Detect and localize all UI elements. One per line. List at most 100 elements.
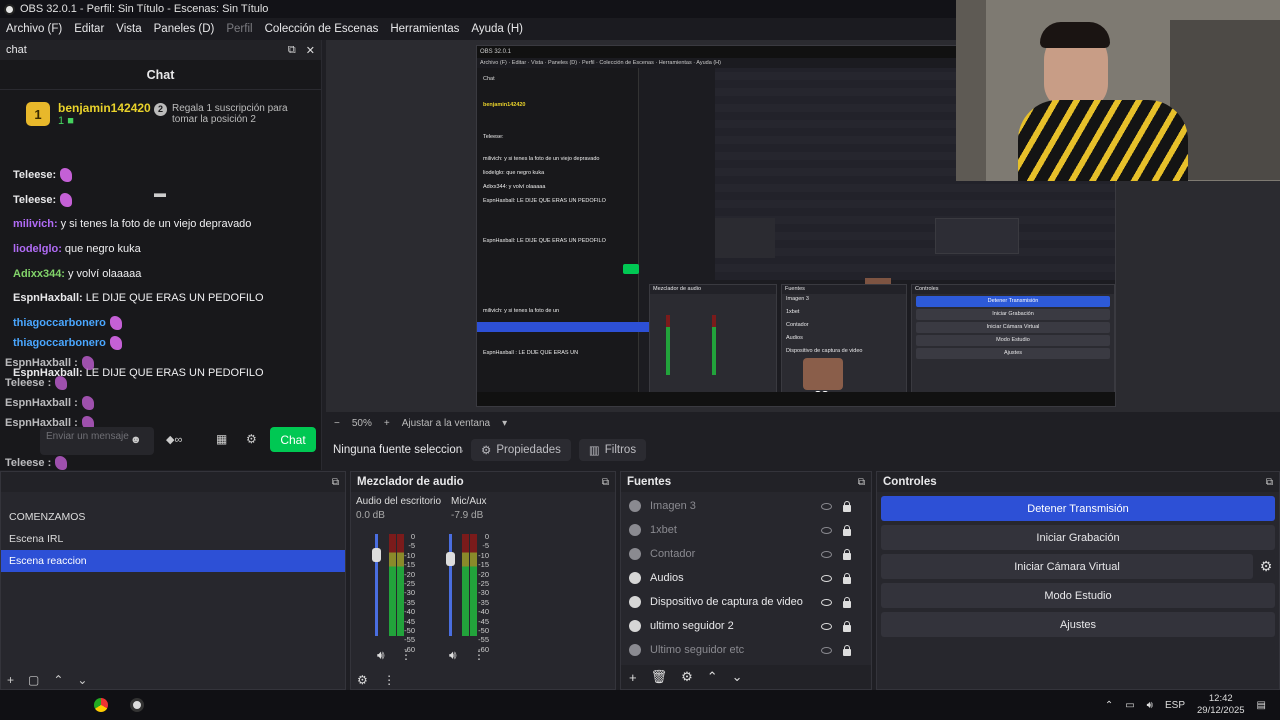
zoom-level[interactable]: 50% — [352, 418, 372, 429]
studio-mode-button[interactable]: Modo Estudio — [881, 583, 1275, 608]
emote-icon[interactable]: ☻ — [130, 434, 142, 446]
filters-button[interactable]: ▥ Filtros — [578, 439, 647, 461]
bits-icon[interactable]: ◆∞ — [166, 433, 182, 446]
eye-icon[interactable] — [821, 574, 832, 582]
chat-username[interactable]: Teleese: — [13, 169, 56, 181]
volume-slider-desktop[interactable] — [372, 547, 381, 562]
menu-paneles[interactable]: Paneles (D) — [154, 23, 215, 35]
scene-item-active[interactable]: Escena reaccion — [1, 550, 345, 572]
popout-icon[interactable]: ⧉ — [288, 44, 296, 57]
chat-username[interactable]: Teleese: — [13, 194, 56, 206]
gear-icon[interactable]: ⚙ — [1253, 558, 1279, 575]
chat-username[interactable]: thiagoccarbonero — [13, 337, 106, 349]
chrome-icon[interactable] — [94, 698, 108, 712]
popout-icon[interactable]: ⧉ — [602, 477, 609, 488]
add-icon[interactable]: + — [629, 670, 637, 685]
more-icon[interactable]: ⋮ — [473, 648, 485, 662]
scene-item[interactable]: Escena IRL — [1, 528, 345, 550]
menu-perfil[interactable]: Perfil — [226, 23, 252, 35]
add-icon[interactable]: + — [7, 673, 14, 687]
virtual-camera-button[interactable]: Iniciar Cámara Virtual — [881, 554, 1253, 579]
lock-icon[interactable] — [843, 573, 851, 584]
scale-tick: -45 — [404, 616, 415, 626]
chevron-down-icon[interactable]: ▾ — [502, 418, 507, 429]
source-item[interactable]: Audios — [621, 566, 871, 590]
language-indicator[interactable]: ESP — [1165, 700, 1185, 711]
speaker-icon[interactable]: 🔊︎ — [449, 648, 457, 663]
collapse-icon[interactable]: ▬ — [154, 186, 166, 200]
popout-icon[interactable]: ⧉ — [1266, 477, 1273, 488]
chat-username[interactable]: milivich: — [13, 218, 58, 230]
fit-window-label[interactable]: Ajustar a la ventana — [402, 418, 490, 429]
gift-promo[interactable]: 2 Regala 1 suscripción para tomar la pos… — [154, 103, 304, 125]
start-recording-button[interactable]: Iniciar Grabación — [881, 525, 1275, 550]
network-icon[interactable]: ▭ — [1125, 700, 1134, 711]
stop-stream-button[interactable]: Detener Transmisión — [881, 496, 1275, 521]
popout-icon[interactable]: ⧉ — [332, 477, 339, 488]
channel-db: -7.9 dB — [451, 510, 484, 521]
settings-button[interactable]: Ajustes — [881, 612, 1275, 637]
chat-username[interactable]: thiagoccarbonero — [13, 317, 106, 329]
eye-icon[interactable] — [821, 598, 832, 606]
lock-icon[interactable] — [843, 645, 851, 656]
eye-icon[interactable] — [821, 622, 832, 630]
eye-off-icon[interactable] — [821, 646, 832, 654]
down-icon[interactable]: ⌄ — [732, 669, 743, 685]
volume-icon[interactable]: 🔊︎ — [1147, 700, 1153, 711]
close-icon[interactable]: ✕ — [306, 44, 315, 57]
properties-button[interactable]: ⚙ Propiedades — [471, 439, 571, 461]
source-item[interactable]: Ultimo seguidor etc — [621, 638, 871, 662]
gear-icon[interactable]: ⚙ — [681, 669, 693, 685]
store-icon[interactable]: ▦ — [216, 432, 227, 446]
scale-tick: -25 — [478, 579, 489, 589]
capture-chat-btn — [623, 264, 639, 274]
up-icon[interactable]: ⌃ — [707, 669, 718, 685]
up-icon[interactable]: ⌃ — [53, 673, 63, 687]
leader-username[interactable]: benjamin142420 — [58, 101, 151, 115]
chat-send-button[interactable]: Chat — [270, 427, 316, 452]
menu-archivo[interactable]: Archivo (F) — [6, 23, 62, 35]
down-icon[interactable]: ⌄ — [77, 673, 87, 687]
source-item[interactable]: 1xbet — [621, 518, 871, 542]
source-item[interactable]: ultimo seguidor 2 — [621, 614, 871, 638]
lock-icon[interactable] — [843, 501, 851, 512]
chat-username[interactable]: Adixx344: — [13, 268, 65, 280]
scene-item[interactable]: COMENZAMOS — [1, 506, 345, 528]
lock-icon[interactable] — [843, 621, 851, 632]
more-icon[interactable]: ⋮ — [400, 648, 412, 662]
menu-vista[interactable]: Vista — [116, 23, 141, 35]
capture-line: milivich: y si tenes la foto de un — [483, 308, 560, 314]
chevron-up-icon[interactable]: ⌃ — [1105, 700, 1113, 711]
lock-icon[interactable] — [843, 525, 851, 536]
volume-slider-mic[interactable] — [446, 552, 455, 566]
menu-herramientas[interactable]: Herramientas — [390, 23, 459, 35]
notification-icon[interactable]: ▤ — [1257, 700, 1266, 711]
settings-icon[interactable]: ⚙ — [246, 432, 257, 446]
chat-username[interactable]: liodelglo: — [13, 243, 62, 255]
advanced-audio-icon[interactable]: ⚙ — [357, 673, 368, 687]
webcam-mic-arm — [956, 0, 986, 181]
source-item[interactable]: Dispositivo de captura de video — [621, 590, 871, 614]
popout-icon[interactable]: ⧉ — [858, 477, 865, 488]
source-item[interactable]: Contador — [621, 542, 871, 566]
lock-icon[interactable] — [843, 597, 851, 608]
eye-off-icon[interactable] — [821, 526, 832, 534]
chat-username[interactable]: EspnHaxball: — [13, 292, 83, 304]
trash-icon[interactable]: 🗑︎ — [651, 669, 668, 685]
eye-off-icon[interactable] — [821, 502, 832, 510]
zoom-in-icon[interactable]: + — [384, 418, 390, 429]
source-item[interactable]: Imagen 3 — [621, 494, 871, 518]
menu-ayuda[interactable]: Ayuda (H) — [471, 23, 523, 35]
eye-off-icon[interactable] — [821, 550, 832, 558]
zoom-out-icon[interactable]: − — [334, 418, 340, 429]
speaker-icon[interactable]: 🔊︎ — [377, 648, 385, 663]
more-icon[interactable]: ⋮ — [383, 673, 395, 687]
capture-controls: Controles Detener Transmisión Iniciar Gr… — [911, 284, 1115, 406]
menu-editar[interactable]: Editar — [74, 23, 104, 35]
remove-icon[interactable]: ▢ — [28, 673, 39, 687]
clock[interactable]: 12:42 29/12/2025 — [1197, 693, 1245, 717]
menu-coleccion-escenas[interactable]: Colección de Escenas — [265, 23, 379, 35]
lock-icon[interactable] — [843, 549, 851, 560]
volume-track-mic[interactable] — [449, 534, 452, 636]
obs-taskbar-icon[interactable] — [130, 698, 144, 712]
